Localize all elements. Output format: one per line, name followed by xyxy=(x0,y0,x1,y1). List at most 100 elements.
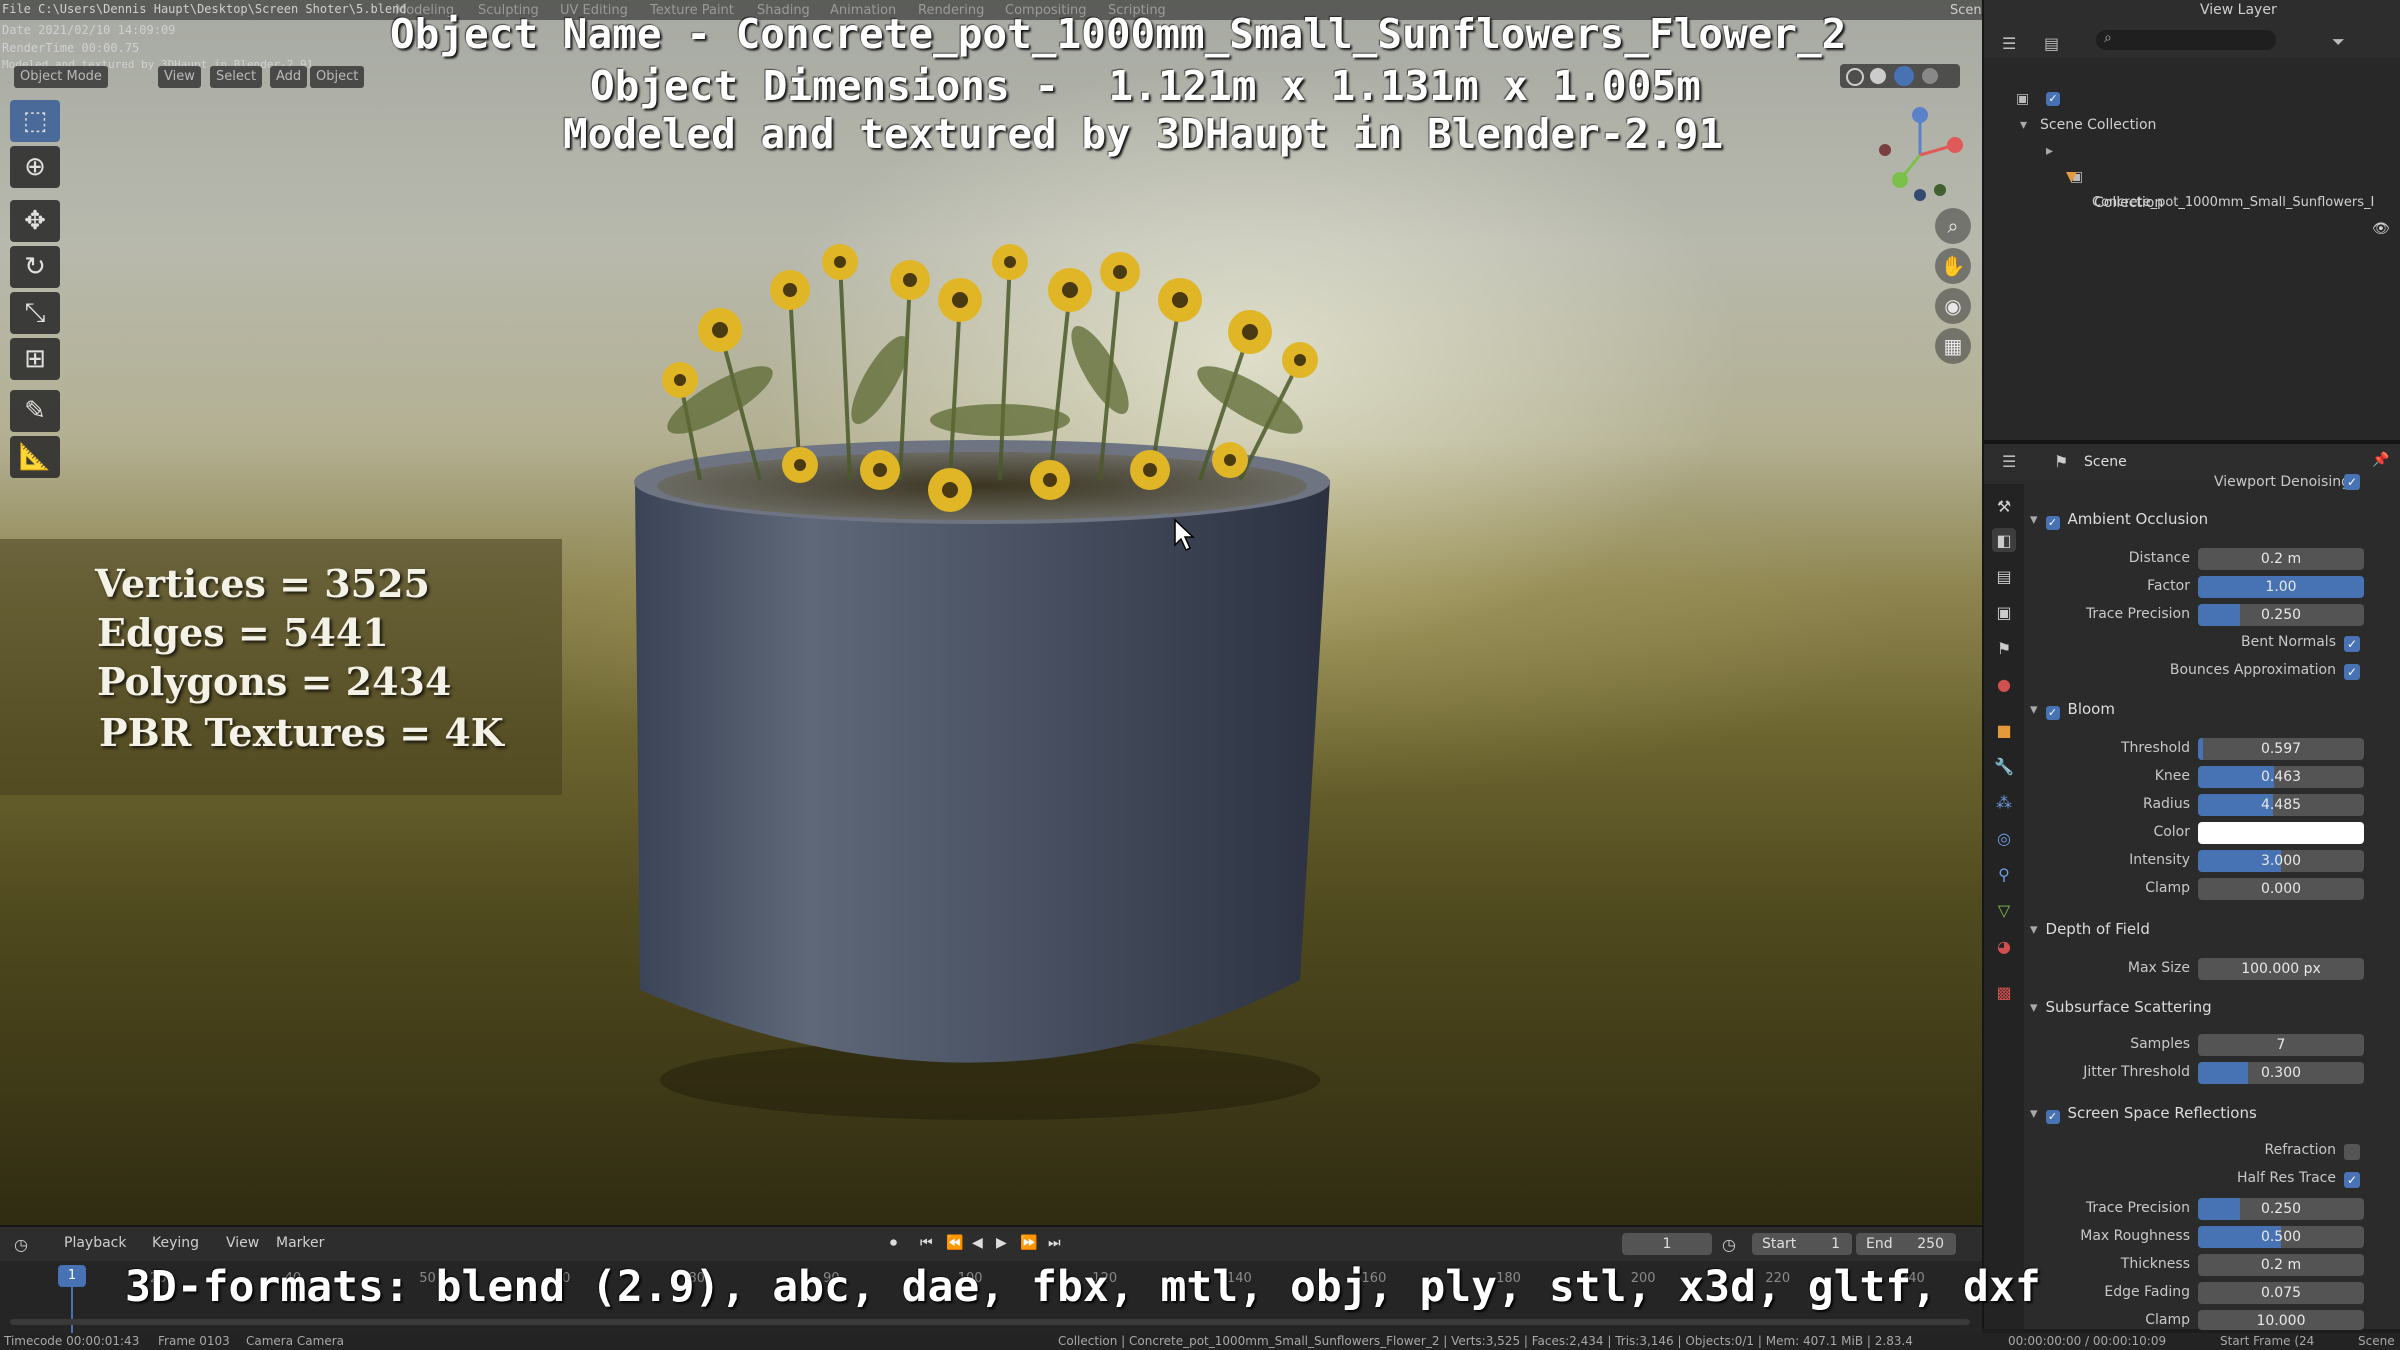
dof-header[interactable]: ▾ Depth of Field xyxy=(2030,920,2150,938)
outliner-search-input[interactable]: ⌕ xyxy=(2096,30,2276,50)
constraints-tab-icon[interactable]: ⚲ xyxy=(1992,862,2016,886)
play-reverse-icon[interactable]: ◀ xyxy=(972,1235,983,1251)
refraction-checkbox[interactable] xyxy=(2344,1144,2360,1160)
perspective-grid-icon[interactable]: ▦ xyxy=(1935,328,1971,364)
playback-menu[interactable]: Playback xyxy=(64,1235,126,1251)
rendered-shading-icon[interactable] xyxy=(1922,68,1938,84)
cursor-tool[interactable]: ⊕ xyxy=(10,146,60,188)
current-frame-field[interactable]: 1 xyxy=(1622,1233,1712,1255)
outliner-scene-collection[interactable]: ▣ Scene Collection xyxy=(1984,60,2400,133)
data-tab-icon[interactable]: ▽ xyxy=(1992,898,2016,922)
outliner-object-row[interactable]: ▸ ▼ Concrete_pot_1000mm_Small_Sunflowers… xyxy=(1984,112,2400,237)
editor-type-icon[interactable]: ☰ xyxy=(2002,452,2016,471)
select-menu[interactable]: Select xyxy=(210,66,263,88)
tool-tab-icon[interactable]: ⚒ xyxy=(1992,494,2016,518)
bloom-threshold-slider[interactable]: 0.597 xyxy=(2198,738,2364,760)
physics-tab-icon[interactable]: ◎ xyxy=(1992,826,2016,850)
select-box-tool[interactable]: ⬚ xyxy=(10,100,60,142)
outliner-panel: View Layer ☰ ▤ ⌕ ⏷ ▣ Scene Collection ▾ … xyxy=(1982,0,2400,440)
annotate-tool[interactable]: ✎ xyxy=(10,390,60,432)
jump-start-icon[interactable]: ⏮ xyxy=(920,1235,933,1251)
modifier-tab-icon[interactable]: 🔧 xyxy=(1992,754,2016,778)
bounces-checkbox[interactable]: ✓ xyxy=(2344,664,2360,680)
outliner-collection[interactable]: ▾ ✓ ▣ Collection 👁 xyxy=(1984,86,2400,237)
ao-enable-checkbox[interactable]: ✓ xyxy=(2045,516,2060,530)
object-tab-icon[interactable]: ■ xyxy=(1992,718,2016,742)
texture-tab-icon[interactable]: ▩ xyxy=(1992,980,2016,1004)
view-menu[interactable]: View xyxy=(158,66,201,88)
ssr-thickness-field[interactable]: 0.2 m xyxy=(2198,1254,2364,1276)
half-res-checkbox[interactable]: ✓ xyxy=(2344,1172,2360,1188)
pin-icon[interactable]: 📌 xyxy=(2372,452,2389,468)
view-layer-label[interactable]: View Layer xyxy=(2200,2,2277,18)
add-menu[interactable]: Add xyxy=(270,66,308,88)
bloom-enable-checkbox[interactable]: ✓ xyxy=(2045,706,2060,720)
view-menu[interactable]: View xyxy=(226,1235,259,1251)
solid-shading-icon[interactable] xyxy=(1870,68,1886,84)
ssr-edge-field[interactable]: 0.075 xyxy=(2198,1282,2364,1304)
object-mode-dropdown[interactable]: Object Mode xyxy=(14,66,108,88)
clock-icon[interactable]: ◷ xyxy=(14,1235,28,1254)
ssr-trace-slider[interactable]: 0.250 xyxy=(2198,1198,2364,1220)
start-frame-field[interactable]: Start 1 xyxy=(1752,1233,1852,1255)
filter-icon[interactable]: ⏷ xyxy=(2332,32,2345,52)
render-tab-icon[interactable]: ◧ xyxy=(1992,528,2016,552)
sss-samples-field[interactable]: 7 xyxy=(2198,1034,2364,1056)
move-tool[interactable]: ✥ xyxy=(10,200,60,242)
bloom-radius-slider[interactable]: 4.485 xyxy=(2198,794,2364,816)
play-icon[interactable]: ▶ xyxy=(996,1235,1007,1251)
editor-type-icon[interactable]: ☰ xyxy=(2002,34,2016,53)
material-tab-icon[interactable]: ◕ xyxy=(1992,934,2016,958)
prev-keyframe-icon[interactable]: ⏪ xyxy=(946,1235,963,1251)
camera-view-icon[interactable]: ◉ xyxy=(1935,288,1971,324)
ambient-occlusion-header[interactable]: ▾ ✓ Ambient Occlusion xyxy=(2030,510,2208,530)
measure-tool[interactable]: 📐 xyxy=(10,436,60,478)
bloom-intensity-slider[interactable]: 3.000 xyxy=(2198,850,2364,872)
bloom-color-swatch[interactable] xyxy=(2198,822,2364,844)
sss-header[interactable]: ▾ Subsurface Scattering xyxy=(2030,998,2212,1016)
output-tab-icon[interactable]: ▤ xyxy=(1992,564,2016,588)
scene-selector[interactable]: Scene xyxy=(1950,3,1982,18)
wireframe-shading-icon[interactable] xyxy=(1846,68,1864,86)
ssr-roughness-slider[interactable]: 0.500 xyxy=(2198,1226,2364,1248)
scale-tool[interactable]: ⤡ xyxy=(10,292,60,334)
next-keyframe-icon[interactable]: ⏩ xyxy=(1020,1235,1037,1251)
ssr-header[interactable]: ▾ ✓ Screen Space Reflections xyxy=(2030,1104,2257,1124)
bent-normals-checkbox[interactable]: ✓ xyxy=(2344,636,2360,652)
timeline-scrollbar[interactable] xyxy=(10,1319,1970,1325)
3d-viewport[interactable]: Modeling Sculpting UV Editing Texture Pa… xyxy=(0,0,1982,1225)
collection-checkbox[interactable]: ✓ xyxy=(2046,92,2060,106)
ssr-enable-checkbox[interactable]: ✓ xyxy=(2045,1110,2060,1124)
particles-tab-icon[interactable]: ⁂ xyxy=(1992,790,2016,814)
ao-factor-slider[interactable]: 1.00 xyxy=(2198,576,2364,598)
dof-maxsize-field[interactable]: 100.000 px xyxy=(2198,958,2364,980)
end-frame-field[interactable]: End 250 xyxy=(1856,1233,1956,1255)
view-layer-tab-icon[interactable]: ▣ xyxy=(1992,600,2016,624)
keying-menu[interactable]: Keying xyxy=(152,1235,199,1251)
viewport-denoising-checkbox[interactable]: ✓ xyxy=(2344,474,2360,490)
pan-hand-icon[interactable]: ✋ xyxy=(1935,248,1971,284)
world-tab-icon[interactable]: ● xyxy=(1992,672,2016,696)
playhead[interactable]: 1 xyxy=(58,1265,86,1287)
scene-tab-icon[interactable]: ⚑ xyxy=(1992,636,2016,660)
ssr-clamp-field[interactable]: 10.000 xyxy=(2198,1310,2364,1330)
display-mode-icon[interactable]: ▤ xyxy=(2044,34,2059,53)
bloom-header[interactable]: ▾ ✓ Bloom xyxy=(2030,700,2115,720)
transform-tool[interactable]: ⊞ xyxy=(10,338,60,380)
navigation-gizmo[interactable] xyxy=(1870,100,1970,210)
record-icon[interactable]: ⏺ xyxy=(890,1235,897,1251)
bloom-clamp-field[interactable]: 0.000 xyxy=(2198,878,2364,900)
bloom-knee-slider[interactable]: 0.463 xyxy=(2198,766,2364,788)
sss-jitter-slider[interactable]: 0.300 xyxy=(2198,1062,2364,1084)
jump-end-icon[interactable]: ⏭ xyxy=(1048,1235,1061,1251)
marker-menu[interactable]: Marker xyxy=(276,1235,324,1251)
eye-icon[interactable]: 👁 xyxy=(2372,216,2390,242)
ao-distance-field[interactable]: 0.2 m xyxy=(2198,548,2364,570)
ao-trace-slider[interactable]: 0.250 xyxy=(2198,604,2364,626)
material-shading-icon[interactable] xyxy=(1894,66,1914,86)
ao-distance-label: Distance xyxy=(2128,550,2190,566)
zoom-icon[interactable]: ⌕ xyxy=(1935,208,1971,244)
object-menu[interactable]: Object xyxy=(310,66,365,88)
rotate-tool[interactable]: ↻ xyxy=(10,246,60,288)
cursor-icon: ⊕ xyxy=(24,152,46,182)
